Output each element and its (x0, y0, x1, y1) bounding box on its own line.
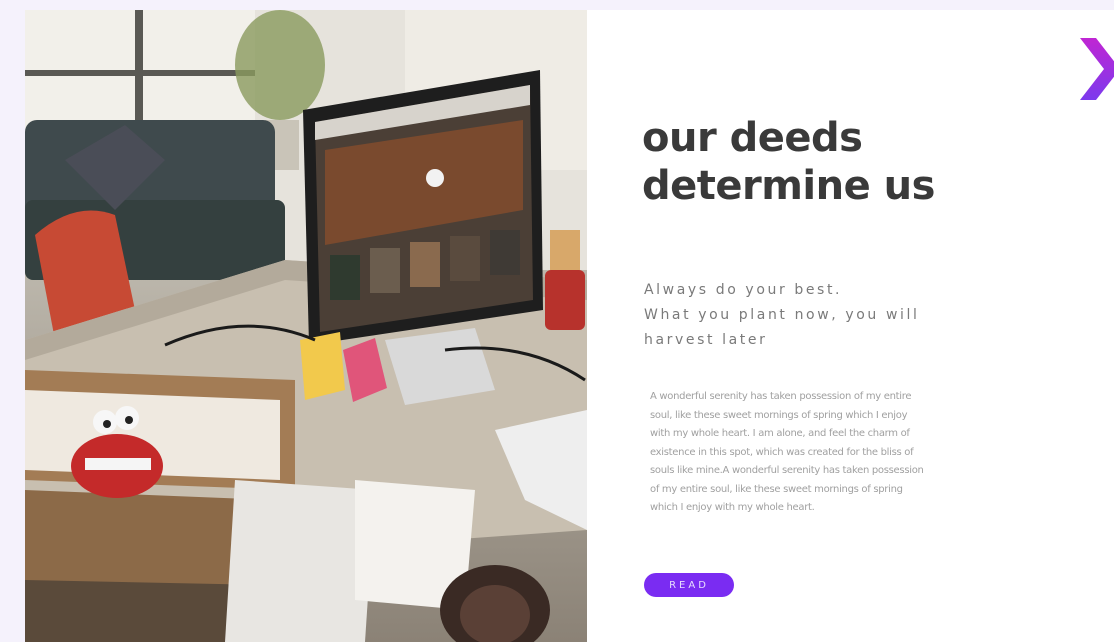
body-line: with my whole heart. I am alone, and fee… (650, 428, 910, 439)
thumb-1 (330, 255, 360, 300)
slide-subtitle: Always do your best. What you plant now,… (644, 278, 1044, 353)
heading-line-2: determine us (642, 163, 935, 209)
toy-pupil-left (103, 420, 111, 428)
window-frame-h (25, 70, 255, 76)
subtitle-line-3: harvest later (644, 332, 768, 348)
thumb-3 (410, 242, 440, 287)
body-line: souls like mine.A wonderful serenity has… (650, 465, 924, 476)
body-line: of my entire soul, like these sweet morn… (650, 483, 903, 495)
slide-body-text: A wonderful serenity has taken possessio… (650, 388, 1045, 518)
workspace-illustration (25, 10, 587, 642)
pencil-cup (550, 230, 580, 270)
chevron-right-icon (1080, 38, 1114, 100)
play-icon (426, 169, 444, 187)
red-device (545, 270, 585, 330)
toy-pupil-right (125, 416, 133, 424)
thumb-5 (490, 230, 520, 275)
thumb-2 (370, 248, 400, 293)
body-line: A wonderful serenity has taken possessio… (650, 391, 912, 402)
page: our deeds determine us Always do your be… (0, 0, 1114, 642)
slide-heading: our deeds determine us (642, 114, 1062, 210)
subtitle-line-1: Always do your best. (644, 282, 843, 298)
toy-teeth (85, 458, 151, 470)
papers (225, 480, 375, 642)
body-line: existence in this spot, which was create… (650, 446, 914, 458)
slide-content: our deeds determine us Always do your be… (642, 10, 1072, 642)
sticky-note-yellow (300, 332, 345, 400)
subtitle-line-2: What you plant now, you will (644, 307, 920, 323)
thumb-4 (450, 236, 480, 281)
next-slide-button[interactable] (1080, 38, 1114, 100)
body-line: soul, like these sweet mornings of sprin… (650, 409, 908, 421)
slide-card: our deeds determine us Always do your be… (25, 10, 1114, 642)
plant (235, 10, 325, 120)
workspace-photo (25, 10, 587, 642)
read-button[interactable]: READ (644, 573, 734, 597)
heading-line-1: our deeds (642, 115, 863, 161)
body-line: which I enjoy with my whole heart. (650, 502, 815, 513)
